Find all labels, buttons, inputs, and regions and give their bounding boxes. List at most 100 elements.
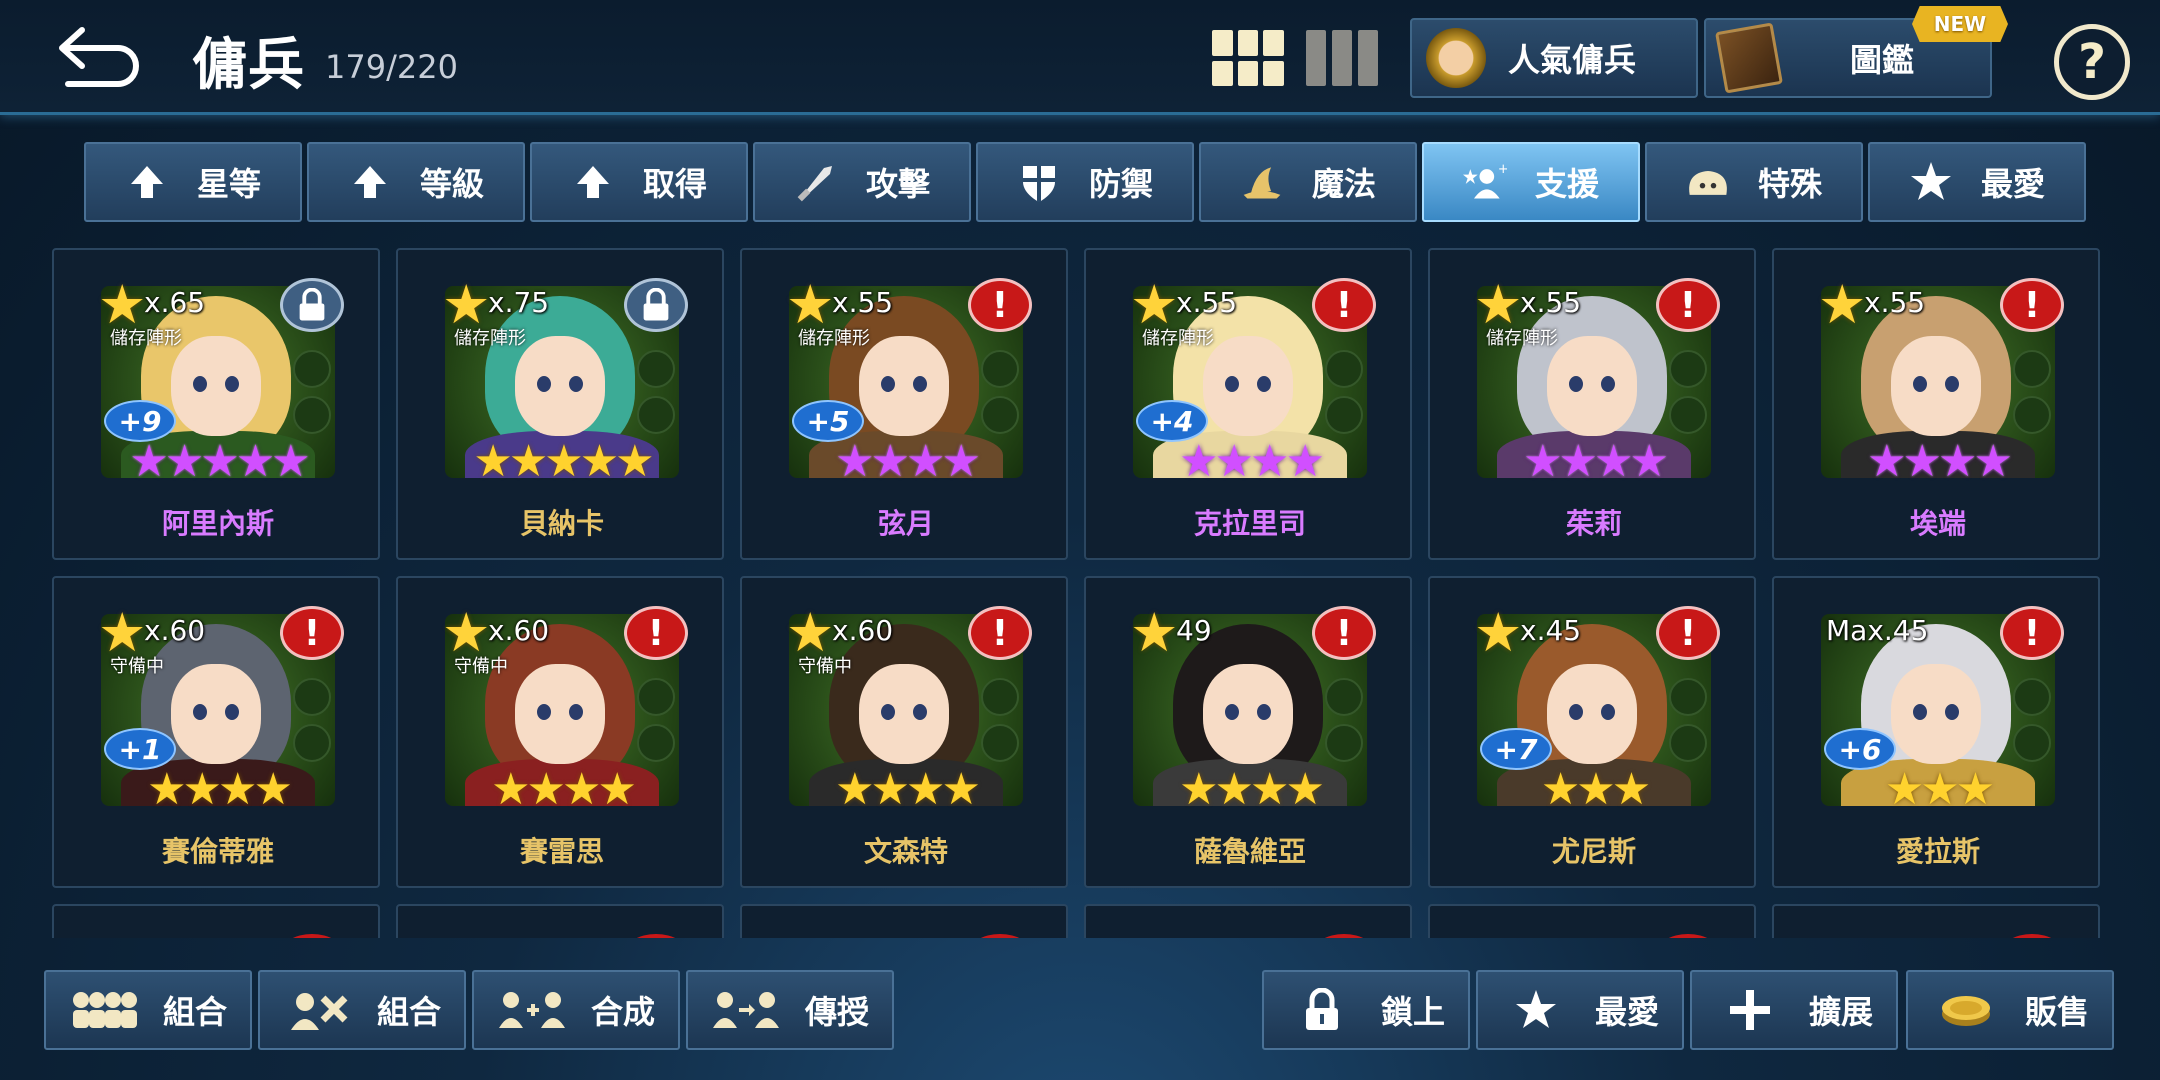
tab-5[interactable]: 魔法 bbox=[1199, 142, 1417, 222]
mercenary-status: 守備中 bbox=[454, 656, 508, 677]
mercenary-card[interactable]: ★ x.55 儲存陣形! +4 ★★★★ 克拉里司 bbox=[1084, 248, 1412, 560]
bottom_left-button-1[interactable]: 組合 bbox=[258, 970, 466, 1050]
tab-label: 最愛 bbox=[1980, 165, 2045, 203]
alert-badge-icon: ! bbox=[280, 606, 344, 660]
mercenary-status: 守備中 bbox=[798, 656, 852, 677]
alert-badge-icon: ! bbox=[1656, 606, 1720, 660]
mercenary-card[interactable]: ★ x.60 守備中! +1 ★★★★ 賽倫蒂雅 bbox=[52, 576, 380, 888]
alert-badge-icon: ! bbox=[2000, 606, 2064, 660]
tab-6[interactable]: + 支援 bbox=[1422, 142, 1640, 222]
mercenary-card[interactable]: ★ x.55 儲存陣形! +5 ★★★★ 弦月 bbox=[740, 248, 1068, 560]
alert-badge-icon: ! bbox=[968, 606, 1032, 660]
mercenary-card[interactable]: ★ x.60 守備中! ★★★★ 文森特 bbox=[740, 576, 1068, 888]
column-view-toggle[interactable] bbox=[1306, 30, 1378, 86]
mercenary-name: 文森特 bbox=[863, 835, 948, 868]
popular-mercenary-button[interactable]: 人氣傭兵 bbox=[1410, 18, 1698, 98]
mercenary-status: 儲存陣形 bbox=[1486, 328, 1558, 349]
mercenary-name: 尤尼斯 bbox=[1551, 835, 1636, 868]
back-button[interactable] bbox=[52, 20, 148, 90]
mercenary-status: 儲存陣形 bbox=[1142, 328, 1214, 349]
help-button[interactable]: ? bbox=[2054, 24, 2130, 100]
rarity-stars: ★★★★ bbox=[147, 764, 293, 815]
arrow-up-icon bbox=[348, 160, 392, 204]
tab-label: 魔法 bbox=[1311, 165, 1376, 203]
rarity-stars: ★★★★ bbox=[1523, 436, 1669, 487]
mercenary-card-partial[interactable] bbox=[740, 904, 1068, 938]
tab-3[interactable]: 攻擊 bbox=[753, 142, 971, 222]
alert-badge-icon: ! bbox=[1656, 278, 1720, 332]
alert-badge-icon bbox=[280, 934, 344, 938]
tab-7[interactable]: 特殊 bbox=[1645, 142, 1863, 222]
book-icon bbox=[1715, 22, 1783, 94]
bottom_right-button-2[interactable]: 擴展 bbox=[1690, 970, 1898, 1050]
alert-badge-icon: ! bbox=[2000, 278, 2064, 332]
tab-0[interactable]: 星等 bbox=[84, 142, 302, 222]
mercenary-card-partial[interactable] bbox=[1428, 904, 1756, 938]
bottom_right-label: 擴展 bbox=[1808, 993, 1873, 1031]
mercenary-card-partial[interactable] bbox=[1772, 904, 2100, 938]
mercenary-status: 儲存陣形 bbox=[798, 328, 870, 349]
support-icon: + bbox=[1462, 160, 1507, 204]
bottom_left-label: 合成 bbox=[590, 993, 655, 1031]
shield-icon bbox=[1017, 160, 1061, 204]
rarity-stars: ★★★★ bbox=[1179, 764, 1325, 815]
bottom_right-button-1[interactable]: 最愛 bbox=[1476, 970, 1684, 1050]
tab-2[interactable]: 取得 bbox=[530, 142, 748, 222]
mercenary-card[interactable]: ★ 49! ★★★★ 薩魯維亞 bbox=[1084, 576, 1412, 888]
alert-badge-icon: ! bbox=[1312, 278, 1376, 332]
tab-1[interactable]: 等級 bbox=[307, 142, 525, 222]
tab-4[interactable]: 防禦 bbox=[976, 142, 1194, 222]
mercenary-level: x.75 bbox=[488, 286, 550, 319]
mercenary-card[interactable]: ★ x.55 儲存陣形! ★★★★ 茱莉 bbox=[1428, 248, 1756, 560]
mercenary-level: x.60 bbox=[144, 614, 206, 647]
bottom_right-button-0[interactable]: 鎖上 bbox=[1262, 970, 1470, 1050]
blob-icon bbox=[1686, 160, 1730, 204]
mercenary-status: 儲存陣形 bbox=[454, 328, 526, 349]
alert-badge-icon: ! bbox=[968, 278, 1032, 332]
alert-badge-icon bbox=[968, 934, 1032, 938]
rarity-stars: ★★★★ bbox=[835, 436, 981, 487]
rarity-stars: ★★★ bbox=[1884, 764, 1995, 815]
alert-badge-icon: ! bbox=[1312, 606, 1376, 660]
wizard-hat-icon bbox=[1240, 160, 1284, 204]
gold-coin-icon bbox=[1931, 985, 2001, 1035]
alert-badge-icon: ! bbox=[624, 606, 688, 660]
mercenary-card[interactable]: Max.45! +6 ★★★ 愛拉斯 bbox=[1772, 576, 2100, 888]
mercenary-count: 179/220 bbox=[325, 48, 458, 86]
bottom_left-button-2[interactable]: 合成 bbox=[472, 970, 680, 1050]
mercenary-level: Max.45 bbox=[1826, 614, 1929, 647]
transfer-icon bbox=[711, 985, 781, 1035]
bottom_left-button-3[interactable]: 傳授 bbox=[686, 970, 894, 1050]
mercenary-level: x.55 bbox=[832, 286, 894, 319]
bottom_right-label: 販售 bbox=[2024, 993, 2089, 1031]
grid-view-icon bbox=[1212, 30, 1233, 56]
top-bar: 傭兵 179/220 人氣傭兵 圖鑑 NEW ? bbox=[0, 0, 2160, 115]
tab-label: 攻擊 bbox=[865, 165, 930, 203]
bottom_left-button-0[interactable]: 組合 bbox=[44, 970, 252, 1050]
mercenary-card-partial[interactable] bbox=[1084, 904, 1412, 938]
grid-view-toggle[interactable] bbox=[1212, 30, 1284, 86]
popular-mercenary-label: 人氣傭兵 bbox=[1508, 41, 1637, 79]
mercenary-card[interactable]: ★ x.65 儲存陣形 +9 ★★★★★ 阿里內斯 bbox=[52, 248, 380, 560]
bottom_right-button-3[interactable]: 販售 bbox=[1906, 970, 2114, 1050]
mercenary-card[interactable]: ★ x.60 守備中! ★★★★ 賽雷思 bbox=[396, 576, 724, 888]
mercenary-level: x.60 bbox=[488, 614, 550, 647]
level-star-icon: ★ bbox=[1130, 601, 1179, 664]
mercenary-card[interactable]: ★ x.55! ★★★★ 埃端 bbox=[1772, 248, 2100, 560]
plus-icon bbox=[1715, 985, 1785, 1035]
mercenary-card[interactable]: ★ x.75 儲存陣形 ★★★★★ 貝納卡 bbox=[396, 248, 724, 560]
column-view-icon bbox=[1306, 30, 1326, 86]
team-icon bbox=[69, 985, 139, 1035]
mercenary-card-partial[interactable] bbox=[52, 904, 380, 938]
mercenary-status: 儲存陣形 bbox=[110, 328, 182, 349]
mercenary-card[interactable]: ★ x.45! +7 ★★★ 尤尼斯 bbox=[1428, 576, 1756, 888]
mercenary-card-partial[interactable] bbox=[396, 904, 724, 938]
tab-8[interactable]: 最愛 bbox=[1868, 142, 2086, 222]
mercenary-level: x.60 bbox=[832, 614, 894, 647]
lock-badge-icon bbox=[280, 278, 344, 332]
rarity-stars: ★★★★★ bbox=[129, 436, 310, 487]
tab-label: 支援 bbox=[1534, 165, 1599, 203]
mercenary-grid: ★ x.65 儲存陣形 +9 ★★★★★ 阿里內斯 ★ x.75 儲存陣形 ★★★★★ 貝納卡 ★ x.… bbox=[52, 248, 2104, 938]
new-badge: NEW bbox=[1912, 6, 2008, 42]
arrow-up-icon bbox=[125, 160, 169, 204]
